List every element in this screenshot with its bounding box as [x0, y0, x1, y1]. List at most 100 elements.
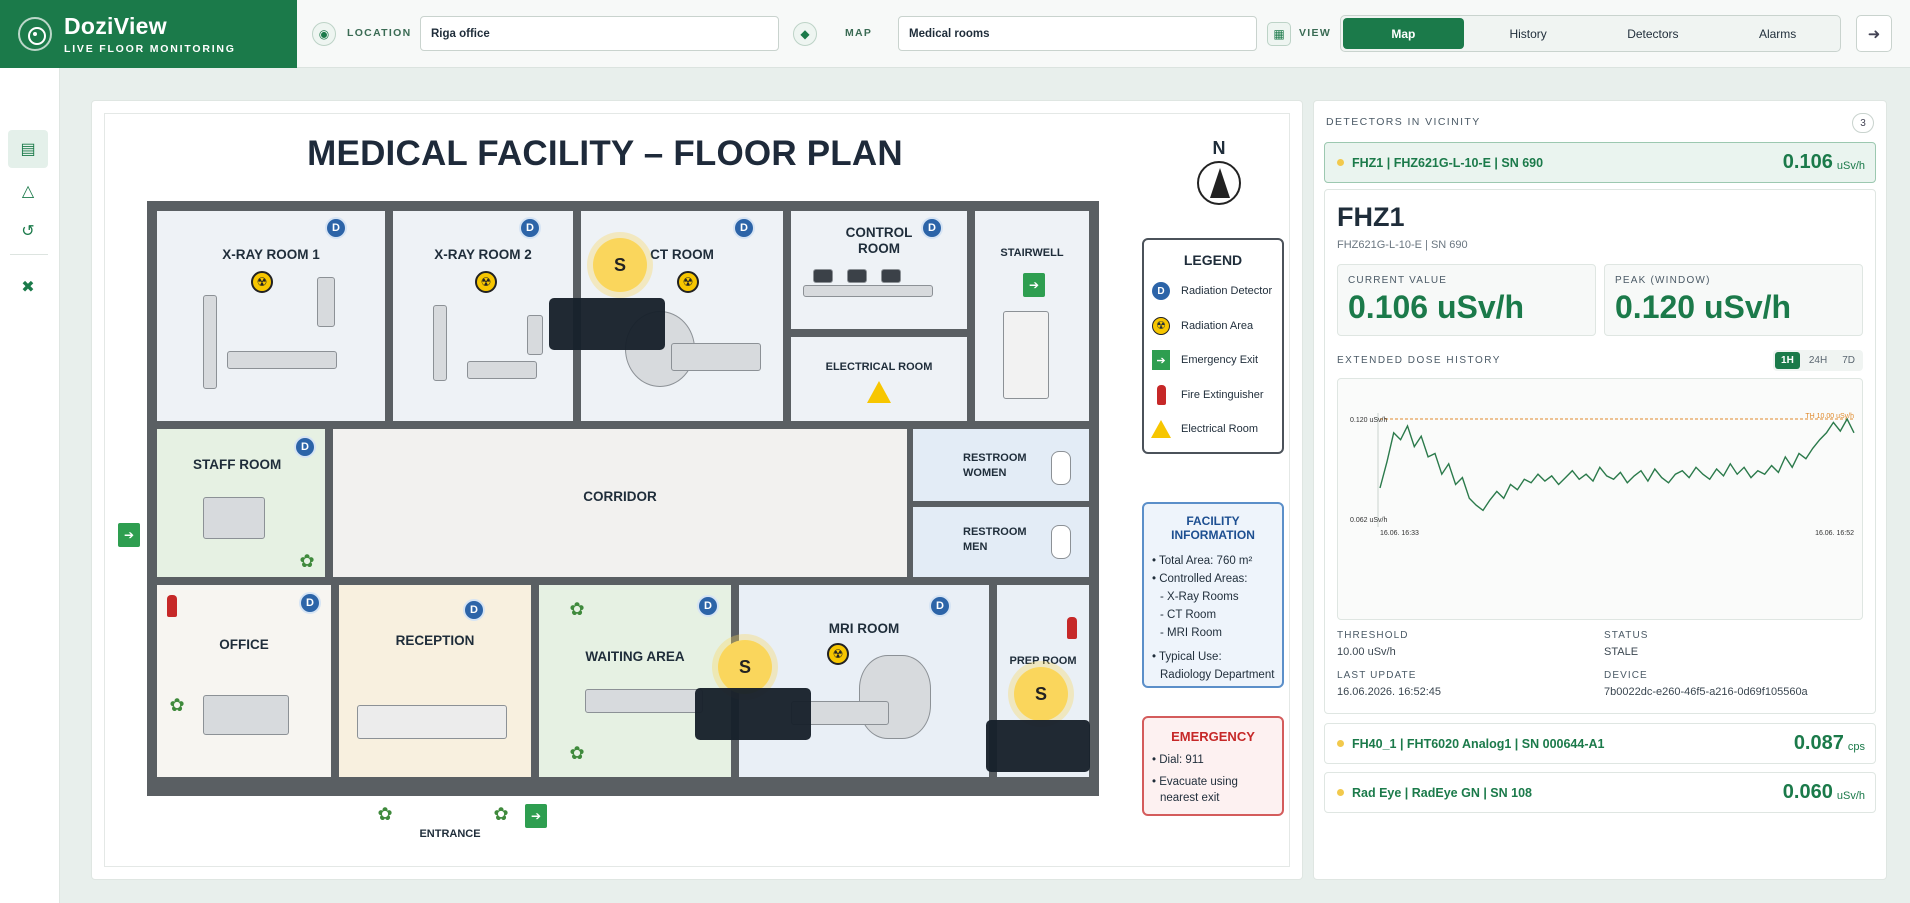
legend-item: Fire Extinguisher [1144, 378, 1282, 413]
logout-button[interactable]: ➜ [1856, 15, 1892, 52]
layers-icon: ◆ [793, 22, 817, 46]
range-24h[interactable]: 24H [1803, 352, 1833, 369]
tools-nav-icon[interactable]: ✖ [8, 268, 48, 306]
device-field: DEVICE 7b0022dc-e260-46f5-a216-0d69f1055… [1604, 670, 1808, 698]
detector-marker[interactable]: D [733, 217, 755, 239]
radiation-icon: ☢ [251, 271, 273, 293]
detector-marker[interactable]: D [929, 595, 951, 617]
dose-series-line [1379, 417, 1855, 512]
peak-value-card: PEAK (WINDOW) 0.120 uSv/h [1604, 264, 1863, 336]
legend-item: ➔ Emergency Exit [1144, 343, 1282, 378]
dose-history-chart[interactable]: 0.120 uSv/h 0.062 uSv/h TH 10.00 uSv/h 1… [1337, 378, 1863, 620]
detector-value: 0.106 [1782, 151, 1833, 173]
kv-value: 7b0022dc-e260-46f5-a216-0d69f105560a [1604, 686, 1808, 698]
detector-marker[interactable]: D [921, 217, 943, 239]
detector-row[interactable]: FH40_1 | FHT6020 Analog1 | SN 000644-A1 … [1324, 723, 1876, 764]
kv-label: DEVICE [1604, 670, 1648, 681]
detector-marker[interactable]: D [463, 599, 485, 621]
legend-label: Radiation Detector [1181, 285, 1273, 298]
plant-icon: ✿ [569, 743, 585, 763]
xray-table [467, 361, 537, 379]
threshold-field: THRESHOLD 10.00 uSv/h [1337, 630, 1409, 658]
floor-plan[interactable]: MEDICAL FACILITY – FLOOR PLAN N X-RAY RO… [104, 113, 1290, 867]
toilet [1051, 525, 1071, 559]
detectors-header: DETECTORS IN VICINITY [1326, 116, 1481, 128]
room-stairwell[interactable]: STAIRWELL ➔ [975, 211, 1089, 421]
room-reception[interactable]: RECEPTION D [339, 585, 531, 777]
map-nav-icon[interactable]: ▤ [8, 130, 48, 168]
range-1h[interactable]: 1H [1775, 352, 1800, 369]
detector-value: 0.060 [1782, 781, 1833, 803]
toilet [1051, 451, 1071, 485]
status-dot [1337, 789, 1344, 796]
room-control[interactable]: CONTROL ROOM D [791, 211, 967, 329]
room-restroom-women[interactable]: RESTROOM WOMEN [913, 429, 1089, 501]
sensor-marker[interactable]: S [1014, 667, 1068, 721]
stat-value: 0.106 uSv/h [1348, 289, 1525, 325]
typical-use: • Typical Use: [1152, 651, 1222, 663]
logo-icon [18, 17, 52, 51]
room-label: PREP ROOM [1009, 655, 1077, 667]
detector-marker[interactable]: D [299, 592, 321, 614]
emergency-box: EMERGENCY • Dial: 911 • Evacuate using n… [1142, 716, 1284, 816]
tab-alarms[interactable]: Alarms [1717, 18, 1838, 49]
map-select[interactable]: Medical rooms [898, 16, 1257, 51]
detector-icon: D [1151, 281, 1171, 301]
room-xray-2[interactable]: X-RAY ROOM 2 D ☢ [393, 211, 573, 421]
range-7d[interactable]: 7D [1836, 352, 1861, 369]
status-dot [1337, 159, 1344, 166]
room-mri[interactable]: MRI ROOM D ☢ [739, 585, 989, 777]
legend-item: D Radiation Detector [1144, 274, 1282, 309]
x-start-label: 16.06. 16:33 [1380, 530, 1419, 537]
legend-item: Electrical Room [1144, 412, 1282, 447]
radiation-icon: ☢ [1151, 316, 1171, 336]
corridor[interactable]: CORRIDOR [333, 429, 907, 577]
table [203, 497, 265, 539]
room-office[interactable]: OFFICE D ✿ [157, 585, 331, 777]
location-label: LOCATION [347, 27, 412, 39]
control-desk [803, 285, 933, 297]
room-staff[interactable]: STAFF ROOM D ✿ [157, 429, 325, 577]
tab-detectors[interactable]: Detectors [1593, 18, 1714, 49]
room-waiting[interactable]: WAITING AREA D ✿ ✿ [539, 585, 731, 777]
detector-row[interactable]: Rad Eye | RadEye GN | SN 108 0.060 uSv/h [1324, 772, 1876, 813]
room-electrical[interactable]: ELECTRICAL ROOM [791, 337, 967, 421]
detector-value: 0.087 [1793, 732, 1844, 754]
fire-extinguisher-icon [1067, 617, 1077, 639]
sensor-marker[interactable]: S [593, 238, 647, 292]
view-label: VIEW [1299, 27, 1332, 39]
legend-item: ☢ Radiation Area [1144, 309, 1282, 344]
radiation-icon: ☢ [827, 643, 849, 665]
sensor-tooltip [695, 688, 811, 740]
plant-icon: ✿ [569, 599, 585, 619]
room-xray-1[interactable]: X-RAY ROOM 1 D ☢ [157, 211, 385, 421]
plant-icon: ✿ [493, 804, 509, 824]
detector-marker[interactable]: D [294, 436, 316, 458]
north-label: N [1212, 138, 1226, 158]
kv-label: STATUS [1604, 630, 1649, 641]
facility-info-title: FACILITY INFORMATION [1171, 514, 1255, 542]
compass-icon [1197, 161, 1241, 205]
detector-marker[interactable]: D [325, 217, 347, 239]
exit-icon: ➔ [1023, 273, 1045, 297]
room-restroom-men[interactable]: RESTROOM MEN [913, 507, 1089, 577]
sensor-marker[interactable]: S [718, 640, 772, 694]
detector-marker[interactable]: D [519, 217, 541, 239]
room-label: WAITING AREA [585, 649, 685, 664]
detector-detail: FHZ1 FHZ621G-L-10-E | SN 690 CURRENT VAL… [1324, 189, 1876, 714]
controlled-areas: • Controlled Areas: [1152, 573, 1248, 585]
tab-map[interactable]: Map [1343, 18, 1464, 49]
kv-label: THRESHOLD [1337, 630, 1409, 641]
room-label: X-RAY ROOM 2 [434, 247, 532, 262]
detector-row[interactable]: FHZ1 | FHZ621G-L-10-E | SN 690 0.106 uSv… [1324, 142, 1876, 183]
dose-chart-svg: 0.120 uSv/h 0.062 uSv/h TH 10.00 uSv/h 1… [1350, 413, 1855, 537]
electrical-icon [867, 381, 891, 403]
room-label: ELECTRICAL ROOM [825, 361, 933, 373]
alert-nav-icon[interactable]: △ [8, 172, 48, 210]
history-nav-icon[interactable]: ↺ [8, 212, 48, 250]
location-pin-icon: ◉ [312, 22, 336, 46]
detector-marker[interactable]: D [697, 595, 719, 617]
tab-history[interactable]: History [1468, 18, 1589, 49]
detector-unit: uSv/h [1836, 789, 1865, 802]
location-select[interactable]: Riga office [420, 16, 779, 51]
